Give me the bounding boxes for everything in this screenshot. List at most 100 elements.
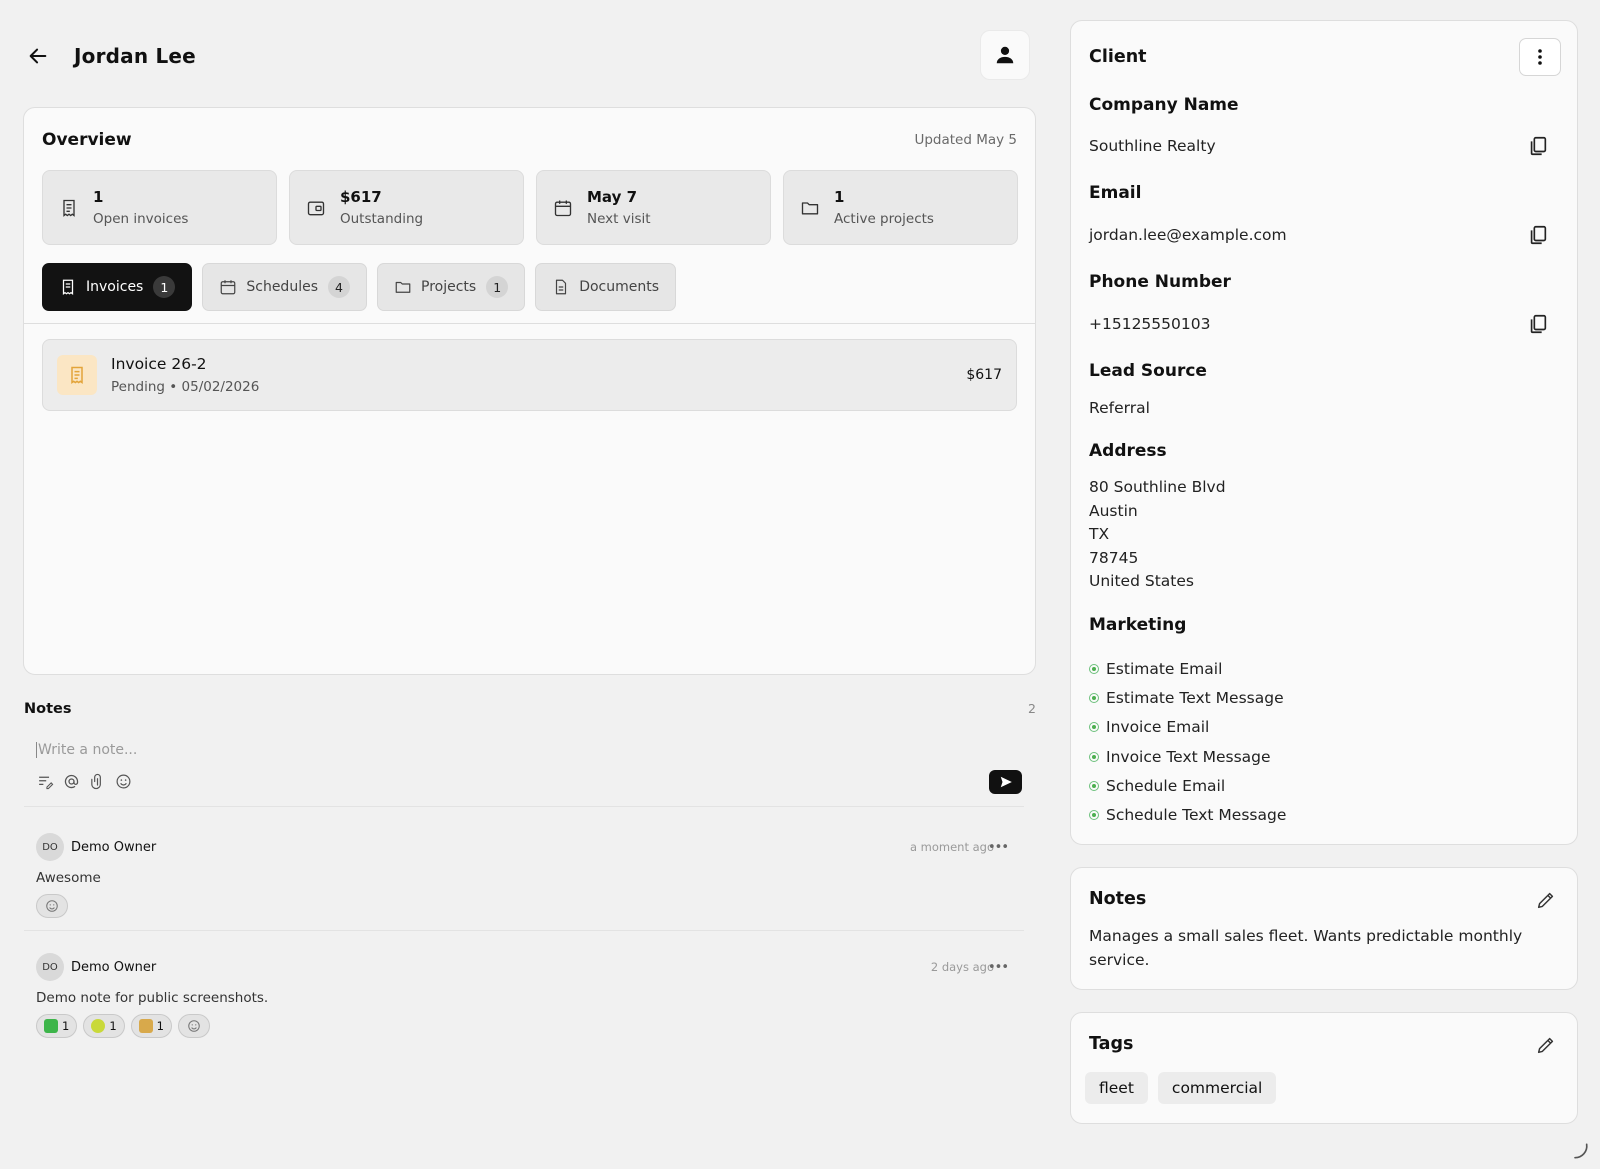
stat-open-invoices[interactable]: 1 Open invoices bbox=[42, 170, 277, 245]
wallet-icon bbox=[307, 201, 325, 215]
tag-chip[interactable]: commercial bbox=[1157, 1072, 1277, 1104]
email-label: Email bbox=[1089, 183, 1142, 203]
tab-projects[interactable]: Projects 1 bbox=[377, 263, 526, 311]
copy-icon[interactable] bbox=[1527, 224, 1549, 246]
send-icon bbox=[1000, 776, 1012, 788]
copy-icon[interactable] bbox=[1527, 313, 1549, 335]
invoice-icon-badge bbox=[57, 355, 97, 395]
marketing-item: Invoice Email bbox=[1089, 713, 1286, 742]
client-title: Client bbox=[1089, 47, 1147, 67]
overview-title: Overview bbox=[42, 130, 132, 150]
gift-emoji bbox=[138, 1019, 153, 1033]
paperclip-icon[interactable] bbox=[88, 772, 106, 790]
more-options-icon[interactable]: ••• bbox=[988, 960, 1009, 975]
marketing-list: Estimate Email Estimate Text Message Inv… bbox=[1089, 654, 1286, 830]
email-value: jordan.lee@example.com bbox=[1089, 226, 1287, 244]
updated-date: Updated May 5 bbox=[914, 132, 1017, 148]
address-line: Austin bbox=[1089, 501, 1138, 520]
folder-icon bbox=[801, 201, 819, 214]
receipt-icon bbox=[63, 199, 75, 217]
pencil-icon[interactable] bbox=[1535, 1034, 1557, 1056]
tab-invoices[interactable]: Invoices 1 bbox=[42, 263, 193, 311]
profile-button[interactable] bbox=[980, 30, 1030, 80]
avatar: DO bbox=[36, 833, 64, 861]
comment-body: Demo note for public screenshots. bbox=[36, 990, 269, 1006]
folder-icon bbox=[395, 281, 411, 293]
emoji-icon[interactable] bbox=[114, 772, 132, 790]
notes-count: 2 bbox=[1028, 701, 1036, 716]
invoice-title: Invoice 26-2 bbox=[111, 355, 207, 373]
copy-icon[interactable] bbox=[1527, 135, 1549, 157]
marketing-item-label: Schedule Text Message bbox=[1106, 806, 1287, 825]
status-dot-icon bbox=[1089, 722, 1099, 733]
tag-chip[interactable]: fleet bbox=[1085, 1072, 1148, 1104]
comment-author: Demo Owner bbox=[71, 959, 157, 975]
invoice-list-item[interactable]: Invoice 26-2 Pending • 05/02/2026 $617 bbox=[42, 339, 1017, 411]
kebab-icon bbox=[1538, 49, 1542, 65]
tab-schedules[interactable]: Schedules 4 bbox=[202, 263, 367, 311]
comment-time: 2 days ago bbox=[930, 960, 994, 974]
reaction-tennis-ball[interactable]: 1 bbox=[83, 1014, 125, 1038]
avatar: DO bbox=[36, 953, 64, 981]
company-value: Southline Realty bbox=[1089, 137, 1216, 155]
tab-count: 4 bbox=[328, 276, 350, 298]
notes-header: Notes 2 bbox=[24, 701, 1036, 717]
text-format-icon[interactable] bbox=[36, 772, 54, 790]
tags-panel: Tags fleet commercial bbox=[1070, 1012, 1578, 1124]
marketing-item-label: Invoice Text Message bbox=[1106, 747, 1271, 766]
status-dot-icon bbox=[1089, 751, 1099, 762]
status-dot-icon bbox=[1089, 810, 1099, 821]
marketing-item: Estimate Text Message bbox=[1089, 683, 1286, 712]
invoice-status-date: Pending • 05/02/2026 bbox=[111, 379, 260, 395]
status-dot-icon bbox=[1089, 780, 1099, 791]
note-comment: DO Demo Owner a moment ago ••• Awesome bbox=[24, 832, 1024, 931]
reaction-check-mark[interactable]: 1 bbox=[36, 1014, 78, 1038]
tab-label: Invoices bbox=[86, 279, 144, 295]
overview-card: Overview Updated May 5 1 Open invoices $6… bbox=[23, 107, 1036, 675]
calendar-icon bbox=[221, 280, 236, 295]
divider bbox=[24, 323, 1035, 324]
address-line: TX bbox=[1089, 525, 1110, 543]
tab-documents[interactable]: Documents bbox=[535, 263, 677, 311]
stats-row: 1 Open invoices $617 Outstanding May 7 Next… bbox=[42, 170, 1018, 245]
add-reaction-button[interactable] bbox=[36, 894, 68, 918]
send-button[interactable] bbox=[989, 770, 1022, 794]
check-mark-emoji bbox=[44, 1019, 58, 1033]
divider bbox=[24, 930, 1024, 931]
stat-active-projects[interactable]: 1 Active projects bbox=[783, 170, 1018, 245]
add-emoji-icon bbox=[46, 900, 58, 912]
receipt-icon bbox=[62, 279, 74, 296]
add-reaction-button[interactable] bbox=[177, 1014, 210, 1038]
stat-outstanding[interactable]: $617 Outstanding bbox=[289, 170, 524, 245]
reaction-gift[interactable]: 1 bbox=[130, 1014, 172, 1038]
status-dot-icon bbox=[1089, 692, 1099, 703]
pencil-icon[interactable] bbox=[1535, 889, 1557, 911]
marketing-item-label: Estimate Text Message bbox=[1106, 688, 1284, 707]
loading-spinner-icon bbox=[1574, 1143, 1588, 1159]
phone-value: +15125550103 bbox=[1089, 315, 1211, 333]
mention-icon[interactable] bbox=[62, 772, 80, 790]
company-label: Company Name bbox=[1089, 95, 1239, 115]
stat-next-visit[interactable]: May 7 Next visit bbox=[536, 170, 771, 245]
stat-label: Outstanding bbox=[340, 211, 424, 227]
back-arrow-icon[interactable] bbox=[24, 42, 52, 70]
note-comment: DO Demo Owner 2 days ago ••• Demo note f… bbox=[24, 952, 1024, 1038]
calendar-icon bbox=[554, 200, 572, 216]
marketing-item-label: Estimate Email bbox=[1106, 659, 1223, 678]
stat-value: 1 bbox=[93, 188, 104, 206]
invoice-amount: $617 bbox=[966, 367, 1002, 383]
marketing-item: Schedule Email bbox=[1089, 771, 1286, 800]
marketing-label: Marketing bbox=[1089, 615, 1187, 635]
note-input[interactable] bbox=[36, 742, 936, 758]
reaction-count: 1 bbox=[62, 1019, 70, 1033]
more-options-icon[interactable]: ••• bbox=[988, 840, 1009, 855]
status-dot-icon bbox=[1089, 663, 1099, 674]
stat-value: 1 bbox=[834, 188, 845, 206]
stat-label: Active projects bbox=[834, 211, 934, 227]
comment-author: Demo Owner bbox=[71, 839, 157, 855]
tab-count: 1 bbox=[153, 276, 176, 298]
lead-source-label: Lead Source bbox=[1089, 361, 1207, 381]
tab-bar: Invoices 1 Schedules 4 Projects 1 Docume… bbox=[42, 263, 677, 311]
note-composer bbox=[24, 732, 1024, 807]
more-menu-button[interactable] bbox=[1519, 38, 1561, 76]
